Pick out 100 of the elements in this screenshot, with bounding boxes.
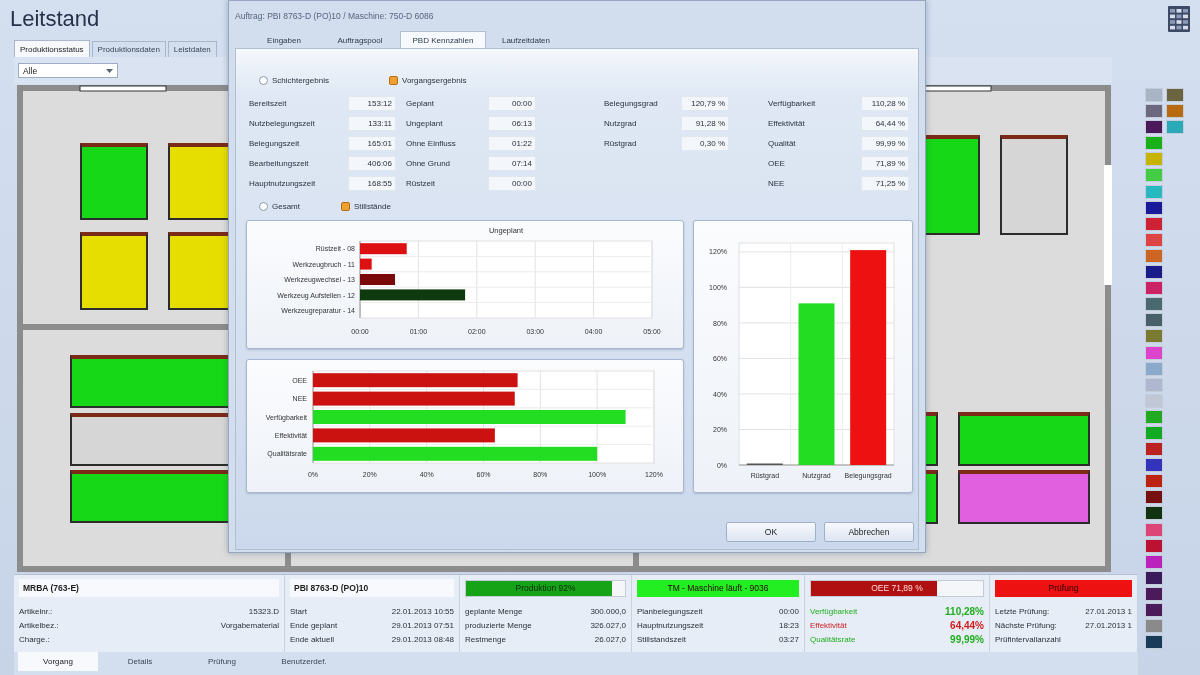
tab[interactable]: Produktionsstatus	[14, 40, 90, 57]
square-icon[interactable]	[1145, 442, 1163, 457]
field-label: Verfügbarkeit	[768, 98, 816, 108]
tab[interactable]: Produktionsdaten	[91, 41, 166, 57]
section-title: PBI 8763-D (PO)10	[290, 579, 454, 597]
field-label: Hauptnutzungszeit	[249, 178, 316, 188]
tab[interactable]: Prüfung	[182, 652, 262, 671]
value-field: 133:11	[348, 115, 396, 131]
field-label: Nutzgrad	[604, 118, 637, 128]
value-field: 64,44 %	[861, 115, 909, 131]
tab[interactable]: Laufzeitdaten	[486, 33, 566, 48]
square-icon[interactable]	[1145, 265, 1163, 280]
field-label: Charge.:	[19, 634, 50, 646]
dialog-button[interactable]: Abbrechen	[824, 522, 914, 542]
value-field: 406:06	[348, 155, 396, 171]
tab[interactable]: Auftragspool	[320, 33, 400, 48]
square-icon[interactable]	[1145, 603, 1163, 617]
tab[interactable]: Vorgang	[18, 652, 98, 671]
value-field: 91,28 %	[681, 115, 729, 131]
progress-label: Produktion 92%	[515, 582, 576, 595]
value-field: 06:13	[488, 115, 536, 131]
field-label: Nächste Prüfung:	[995, 620, 1057, 632]
machine-tile[interactable]	[958, 412, 1090, 466]
field-label: Verfügbarkeit	[810, 606, 858, 618]
field-label: Belegungszeit	[249, 138, 300, 148]
radio-option[interactable]: Gesamt	[259, 200, 341, 212]
field-label: Rüstgrad	[604, 138, 637, 148]
app-title: Leitstand	[10, 6, 100, 32]
field-value: 27.01.2013 1	[1085, 606, 1132, 618]
square-icon[interactable]	[1145, 313, 1163, 328]
value-field: 120,79 %	[681, 95, 729, 111]
field-label: Ohne Einfluss	[406, 138, 456, 148]
machine-tile[interactable]	[1000, 135, 1068, 235]
field-label: Effektivität	[810, 620, 847, 632]
caret-icon	[106, 68, 113, 73]
field-label: geplante Menge	[465, 606, 523, 618]
machine-tile[interactable]	[80, 232, 148, 310]
field-label: Prüfintervallanzahl	[995, 634, 1061, 646]
value-field: 07:14	[488, 155, 536, 171]
field-label: Letzte Prüfung:	[995, 606, 1050, 618]
square-icon[interactable]	[1145, 570, 1163, 585]
progress-label: OEE 71,89 %	[871, 582, 923, 595]
field-label: Effektivität	[768, 118, 805, 128]
field-value: Vorgabematerial	[220, 620, 279, 632]
value-field: 00:00	[488, 95, 536, 111]
square-icon[interactable]	[1145, 586, 1163, 601]
field-value: 27.01.2013 1	[1085, 620, 1132, 632]
filter-dropdown[interactable]: Alle	[18, 63, 118, 78]
machine-tile[interactable]	[80, 143, 148, 220]
tab[interactable]: Benutzerdef.	[264, 652, 344, 671]
field-label: Artikelbez.:	[19, 620, 59, 632]
field-label: Planbelegungszeit	[637, 606, 703, 618]
field-value: 26.027,0	[594, 634, 626, 646]
field-value: 18:23	[778, 620, 799, 632]
field-label: Bearbeitungszeit	[249, 158, 309, 168]
field-value: 326.027,0	[590, 620, 626, 632]
value-field: 71,25 %	[861, 175, 909, 191]
tab[interactable]: PBD Kennzahlen	[400, 31, 486, 48]
field-label: Belegungsgrad	[604, 98, 658, 108]
status-bar: TM - Maschine läuft - 9036	[637, 579, 799, 597]
field-label: OEE	[768, 158, 785, 168]
field-value: 29.01.2013 07:51	[391, 620, 454, 632]
field-label: Start	[290, 606, 307, 618]
radio-option[interactable]: Schichtergebnis	[259, 74, 389, 86]
field-label: Qualität	[768, 138, 796, 148]
radio-option[interactable]: Stillstände	[341, 200, 391, 212]
grid-icon[interactable]	[1168, 6, 1190, 32]
dialog-button[interactable]: OK	[726, 522, 816, 542]
field-label: Restmenge	[465, 634, 506, 646]
square-icon[interactable]	[1145, 490, 1163, 505]
value-field: 99,99 %	[861, 135, 909, 151]
tab[interactable]: Leistdaten	[167, 41, 217, 57]
section-title: MRBA (763-E)	[19, 579, 279, 597]
field-value: 300.000,0	[590, 606, 626, 618]
square-icon[interactable]	[1145, 200, 1163, 215]
value-field: 01:22	[488, 135, 536, 151]
square-icon[interactable]	[1145, 120, 1163, 135]
field-value: 03:27	[778, 634, 799, 646]
square-icon[interactable]	[1145, 458, 1163, 473]
status-bar: Prüfung	[995, 579, 1132, 597]
value-field: 0,30 %	[681, 135, 729, 151]
square-icon[interactable]	[1145, 506, 1163, 521]
field-label: Artikelnr.:	[19, 606, 53, 618]
value-field: 165:01	[348, 135, 396, 151]
value-field: 110,28 %	[861, 95, 909, 111]
square-icon[interactable]	[1145, 635, 1163, 650]
square-icon[interactable]	[1145, 538, 1163, 553]
value-field: 71,89 %	[861, 155, 909, 171]
tab[interactable]: Details	[100, 652, 180, 671]
square-icon[interactable]	[1145, 297, 1163, 312]
field-label: NEE	[768, 178, 785, 188]
square-icon[interactable]	[1145, 474, 1163, 489]
radio-option[interactable]: Vorgangsergebnis	[389, 74, 467, 86]
field-label: Stillstandszeit	[637, 634, 686, 646]
machine-tile[interactable]	[958, 470, 1090, 524]
field-value: 29.01.2013 08:48	[391, 634, 454, 646]
field-label: produzierte Menge	[465, 620, 532, 632]
value-field: 153:12	[348, 95, 396, 111]
tab[interactable]: Eingaben	[248, 33, 320, 48]
field-label: Geplant	[406, 98, 435, 108]
